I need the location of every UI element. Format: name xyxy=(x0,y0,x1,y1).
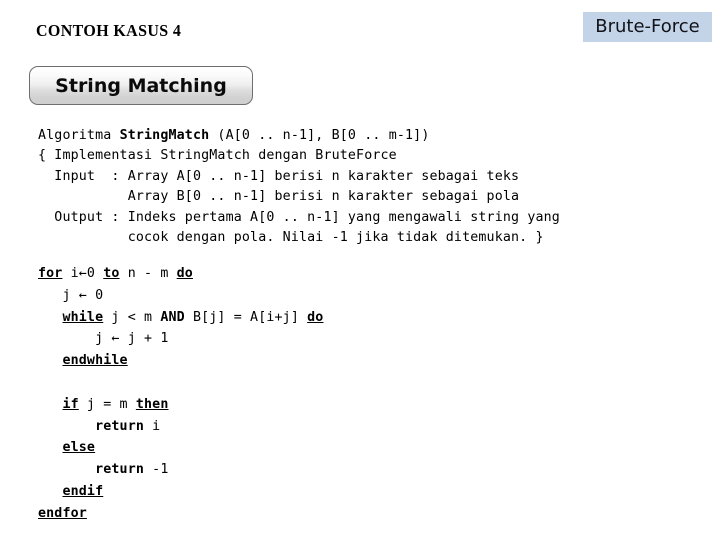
code-segment: endif xyxy=(62,483,104,499)
code-segment: B[j] = A[i+j] xyxy=(184,309,308,325)
code-segment: endfor xyxy=(38,505,87,521)
code-segment: while xyxy=(62,309,104,325)
line-endfor: endfor xyxy=(38,503,698,525)
code-segment: Array B[0 .. n-1] berisi n karakter seba… xyxy=(38,189,520,205)
code-segment: j = m xyxy=(78,396,136,412)
pseudocode-body-block: for i←0 to n - m do j ← 0 while j < m AN… xyxy=(38,263,698,525)
code-segment: i←0 xyxy=(62,266,104,281)
code-segment: do xyxy=(176,266,193,281)
code-segment: j ← j + 1 xyxy=(38,331,169,347)
code-segment: Output : Indeks pertama A[0 .. n-1] yang… xyxy=(38,209,560,225)
code-segment: return xyxy=(95,418,145,434)
line-return-i: return i xyxy=(38,416,698,438)
line-endif: endif xyxy=(38,481,698,503)
code-segment: -1 xyxy=(144,462,169,478)
code-segment: for xyxy=(38,266,63,281)
code-segment: to xyxy=(103,266,120,281)
code-segment: j < m xyxy=(103,309,161,325)
line-algoritma: Algoritma StringMatch (A[0 .. n-1], B[0 … xyxy=(38,126,698,146)
line-input: Input : Array A[0 .. n-1] berisi n karak… xyxy=(38,167,698,187)
line-endwhile: endwhile xyxy=(38,350,698,372)
page-title: CONTOH KASUS 4 xyxy=(36,21,182,40)
line-return-neg1: return -1 xyxy=(38,459,698,481)
code-segment: j ← 0 xyxy=(38,287,104,303)
pseudocode-header-block: Algoritma StringMatch (A[0 .. n-1], B[0 … xyxy=(38,126,698,248)
line-j-incr: j ← j + 1 xyxy=(38,328,698,350)
line-while: while j < m AND B[j] = A[i+j] do xyxy=(38,307,698,329)
line-output: Output : Indeks pertama A[0 .. n-1] yang… xyxy=(38,208,698,228)
code-segment: return xyxy=(95,462,145,478)
code-segment: { Implementasi StringMatch dengan BruteF… xyxy=(38,148,397,164)
line-output-cont: cocok dengan pola. Nilai -1 jika tidak d… xyxy=(38,228,698,248)
line-for: for i←0 to n - m do xyxy=(38,263,698,285)
code-segment: if xyxy=(62,396,79,412)
line-else: else xyxy=(38,437,698,459)
code-segment: endwhile xyxy=(62,353,128,369)
code-segment: StringMatch xyxy=(119,128,210,143)
line-j-init: j ← 0 xyxy=(38,285,698,307)
brute-force-badge: Brute-Force xyxy=(583,12,712,42)
code-segment: then xyxy=(135,396,169,412)
line-if: if j = m then xyxy=(38,394,698,416)
string-matching-button[interactable]: String Matching xyxy=(29,66,253,105)
code-segment: else xyxy=(62,440,96,456)
line-implementasi: { Implementasi StringMatch dengan BruteF… xyxy=(38,146,698,166)
code-segment: (A[0 .. n-1], B[0 .. m-1]) xyxy=(209,128,430,143)
line-blank xyxy=(38,372,698,394)
code-segment: cocok dengan pola. Nilai -1 jika tidak d… xyxy=(38,230,544,246)
code-segment: AND xyxy=(160,309,185,325)
code-segment: n - m xyxy=(119,266,177,281)
code-segment: Algoritma xyxy=(38,128,120,143)
code-segment: Input : Array A[0 .. n-1] berisi n karak… xyxy=(38,168,520,184)
code-segment: i xyxy=(144,418,161,434)
code-segment: do xyxy=(307,309,324,325)
line-input-cont: Array B[0 .. n-1] berisi n karakter seba… xyxy=(38,187,698,207)
string-matching-button-label: String Matching xyxy=(55,74,227,97)
